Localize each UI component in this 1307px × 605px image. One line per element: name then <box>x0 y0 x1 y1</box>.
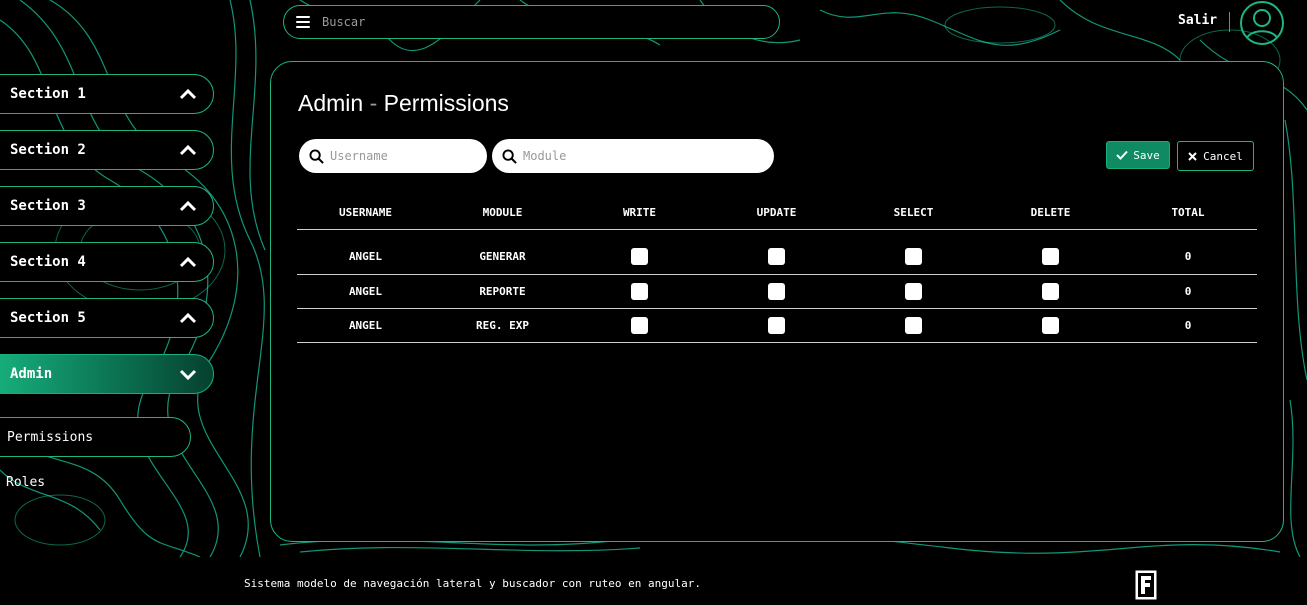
module-filter[interactable] <box>492 139 774 173</box>
search-icon <box>502 148 517 164</box>
username-filter-input[interactable] <box>330 149 470 163</box>
permissions-table: USERNAME MODULE WRITE UPDATE SELECT DELE… <box>297 196 1257 343</box>
module-filter-input[interactable] <box>523 149 753 163</box>
header-divider <box>1229 12 1230 32</box>
cell-total: 0 <box>1119 229 1257 275</box>
username-filter[interactable] <box>299 139 487 173</box>
chevron-down-icon <box>179 369 197 380</box>
select-checkbox[interactable] <box>905 282 922 300</box>
page-title-page: Permissions <box>383 90 509 116</box>
footer-text: Sistema modelo de navegación lateral y b… <box>244 577 701 590</box>
chevron-up-icon <box>179 144 197 156</box>
hamburger-icon[interactable] <box>296 16 310 28</box>
page-title-separator: - <box>369 90 378 116</box>
sidebar-item-label: Permissions <box>7 429 94 445</box>
chevron-up-icon <box>179 200 197 212</box>
delete-checkbox[interactable] <box>1042 316 1059 334</box>
table-row: ANGEL GENERAR 0 <box>297 229 1257 275</box>
logout-button[interactable]: Salir <box>1178 13 1217 28</box>
page-title: Admin - Permissions <box>298 90 509 117</box>
cell-total: 0 <box>1119 308 1257 343</box>
close-icon <box>1188 151 1197 161</box>
search-icon <box>309 148 324 164</box>
sidebar-section-label: Section 3 <box>10 198 86 214</box>
global-search-input[interactable] <box>322 15 742 29</box>
cell-module: GENERAR <box>434 229 571 275</box>
sidebar-item-label: Roles <box>6 474 46 490</box>
cell-module: REPORTE <box>434 274 571 309</box>
column-header-update: UPDATE <box>708 196 845 230</box>
sidebar-section-1[interactable]: Section 1 <box>0 74 214 114</box>
sidebar-section-label: Section 2 <box>10 142 86 158</box>
table-header-row: USERNAME MODULE WRITE UPDATE SELECT DELE… <box>297 196 1257 230</box>
update-checkbox[interactable] <box>768 316 785 334</box>
table-row: ANGEL REPORTE 0 <box>297 274 1257 309</box>
delete-checkbox[interactable] <box>1042 248 1059 265</box>
f-logo-icon <box>1135 570 1157 600</box>
column-header-total: TOTAL <box>1119 196 1257 230</box>
check-icon <box>1116 150 1128 160</box>
column-header-delete: DELETE <box>982 196 1119 230</box>
delete-checkbox[interactable] <box>1042 282 1059 300</box>
main-panel: Admin - Permissions Save Cancel USERNAME… <box>270 61 1284 542</box>
user-circle-icon[interactable] <box>1239 0 1285 46</box>
sidebar-section-4[interactable]: Section 4 <box>0 242 214 282</box>
chevron-up-icon <box>179 88 197 100</box>
sidebar-section-label: Section 4 <box>10 254 86 270</box>
table-row: ANGEL REG. EXP 0 <box>297 308 1257 343</box>
cell-username: ANGEL <box>297 308 434 343</box>
sidebar-section-label: Section 5 <box>10 310 86 326</box>
cell-username: ANGEL <box>297 229 434 275</box>
column-header-write: WRITE <box>571 196 708 230</box>
sidebar-section-admin[interactable]: Admin <box>0 354 214 394</box>
save-button-label: Save <box>1133 148 1160 162</box>
page-title-section: Admin <box>298 90 364 116</box>
write-checkbox[interactable] <box>631 282 648 300</box>
column-header-select: SELECT <box>845 196 982 230</box>
sidebar-section-3[interactable]: Section 3 <box>0 186 214 226</box>
sidebar-item-permissions[interactable]: Permissions <box>0 417 191 457</box>
write-checkbox[interactable] <box>631 316 648 334</box>
sidebar-section-5[interactable]: Section 5 <box>0 298 214 338</box>
cell-username: ANGEL <box>297 274 434 309</box>
chevron-up-icon <box>179 312 197 324</box>
save-button[interactable]: Save <box>1106 141 1170 169</box>
select-checkbox[interactable] <box>905 316 922 334</box>
cell-module: REG. EXP <box>434 308 571 343</box>
cancel-button-label: Cancel <box>1203 149 1243 163</box>
sidebar-item-roles[interactable]: Roles <box>0 462 191 502</box>
column-header-module: MODULE <box>434 196 571 230</box>
footer: Sistema modelo de navegación lateral y b… <box>0 557 1307 605</box>
global-search-bar[interactable] <box>283 5 780 39</box>
cancel-button[interactable]: Cancel <box>1177 141 1254 171</box>
write-checkbox[interactable] <box>631 248 648 265</box>
sidebar-section-2[interactable]: Section 2 <box>0 130 214 170</box>
select-checkbox[interactable] <box>905 248 922 265</box>
column-header-username: USERNAME <box>297 196 434 230</box>
cell-total: 0 <box>1119 274 1257 309</box>
update-checkbox[interactable] <box>768 282 785 300</box>
chevron-up-icon <box>179 256 197 268</box>
update-checkbox[interactable] <box>768 248 785 265</box>
sidebar-section-label: Admin <box>10 366 53 382</box>
sidebar-section-label: Section 1 <box>10 86 86 102</box>
